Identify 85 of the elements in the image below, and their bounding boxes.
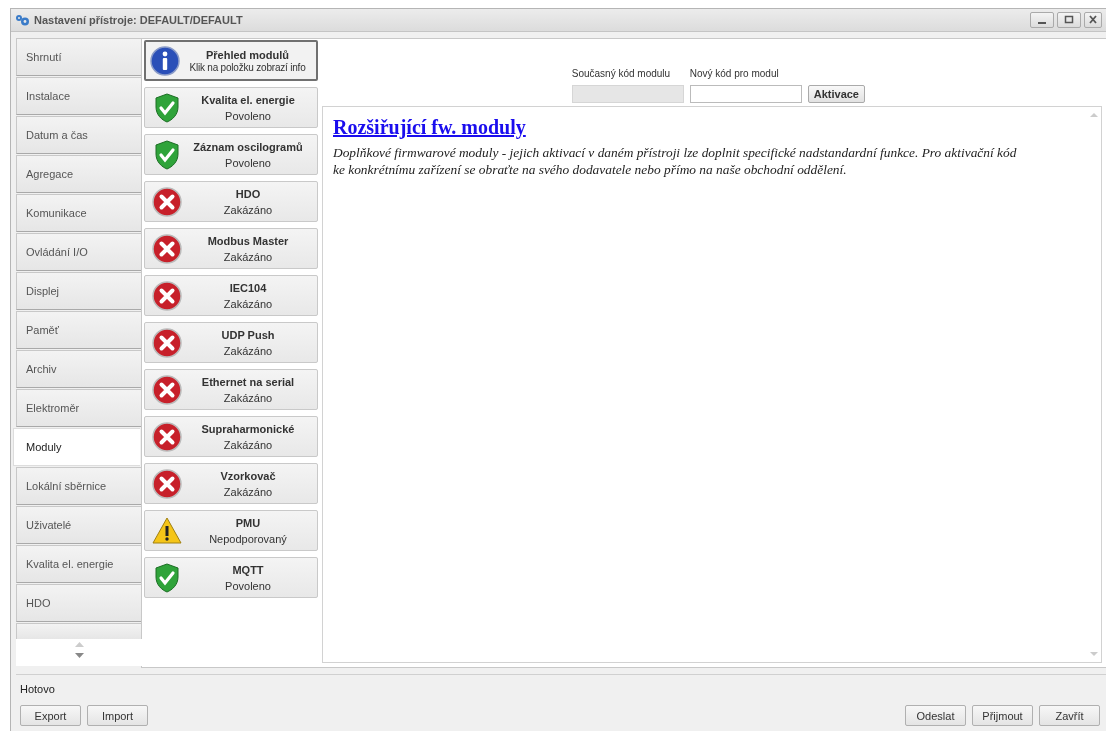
module-name: Kvalita el. energie xyxy=(201,93,295,106)
heading-link[interactable]: Rozšiřující fw. moduly xyxy=(333,116,526,139)
sidebar-tab[interactable]: Agregace xyxy=(16,155,141,193)
module-status: Nepodporovaný xyxy=(209,532,287,545)
module-name: PMU xyxy=(235,516,261,529)
shield-check-icon xyxy=(154,139,180,170)
module-status: Zakázáno xyxy=(223,438,273,451)
sidebar-tab[interactable] xyxy=(16,623,141,639)
sidebar-tab[interactable]: Displej xyxy=(16,272,141,310)
module-status: Zakázáno xyxy=(223,297,273,310)
sidebar-tab[interactable]: Instalace xyxy=(16,77,141,115)
scroll-up-icon[interactable] xyxy=(74,642,84,647)
error-icon xyxy=(152,280,182,311)
module-status: Povoleno xyxy=(225,109,271,122)
footer-button[interactable]: Import xyxy=(87,705,148,726)
code-input-field[interactable] xyxy=(689,85,802,103)
error-icon xyxy=(152,421,182,452)
sidebar-tab[interactable]: HDO xyxy=(16,584,141,622)
shield-check-icon xyxy=(154,562,180,593)
sidebar-tab[interactable]: Datum a čas xyxy=(16,116,141,154)
module-button[interactable]: PMU Nepodporovaný xyxy=(144,510,318,551)
module-name: Záznam oscilogramů xyxy=(193,140,303,153)
module-status: Povoleno xyxy=(225,579,271,592)
module-status: Klik na položku zobrazí info xyxy=(189,61,306,73)
info-icon xyxy=(150,45,180,76)
error-icon xyxy=(152,327,182,358)
sidebar-tab[interactable]: Shrnutí xyxy=(16,38,141,76)
module-button[interactable]: Záznam oscilogramů Povoleno xyxy=(144,134,318,175)
error-icon xyxy=(152,233,182,264)
footer-button[interactable]: Přijmout xyxy=(972,705,1033,726)
sidebar-tab[interactable]: Archiv xyxy=(16,350,141,388)
error-icon xyxy=(152,186,182,217)
module-name: Supraharmonické xyxy=(201,422,295,435)
activate-button[interactable]: Aktivace xyxy=(807,85,865,103)
module-button[interactable]: Kvalita el. energie Povoleno xyxy=(144,87,318,128)
sidebar-tab[interactable]: Elektroměr xyxy=(16,389,141,427)
close-icon[interactable] xyxy=(1084,12,1102,28)
minimize-icon[interactable] xyxy=(1030,12,1054,28)
sidebar-tab[interactable]: Moduly xyxy=(13,428,140,466)
module-status: Zakázáno xyxy=(223,485,273,498)
field-label: Nový kód pro modul xyxy=(689,68,780,79)
footer-button[interactable]: Zavřít xyxy=(1039,705,1100,726)
maximize-icon[interactable] xyxy=(1057,12,1081,28)
window-title: Nastavení přístroje: DEFAULT/DEFAULT xyxy=(34,14,244,26)
sidebar-tab[interactable]: Paměť xyxy=(16,311,141,349)
module-name: Modbus Master xyxy=(207,234,289,247)
description-text: Doplňkové firmwarové moduly - jejich aktivací v daném přístroji lze doplnit specifické nadstandardní funkce. Pro aktivační kód ke konkrétnímu zařízení se obraťte na svého dodavatele nebo přímo na naše obchodní oddělení. xyxy=(333,144,1018,178)
module-status: Zakázáno xyxy=(223,344,273,357)
module-name: HDO xyxy=(235,187,261,200)
error-icon xyxy=(152,468,182,499)
module-status: Zakázáno xyxy=(223,203,273,216)
module-button[interactable]: MQTT Povoleno xyxy=(144,557,318,598)
sidebar-tab[interactable]: Kvalita el. energie xyxy=(16,545,141,583)
scroll-down-icon[interactable] xyxy=(1090,652,1098,656)
scroll-down-icon[interactable] xyxy=(74,653,84,658)
module-status: Zakázáno xyxy=(223,391,273,404)
module-name: Ethernet na serial xyxy=(201,375,295,388)
module-name: Vzorkovač xyxy=(220,469,276,482)
module-button[interactable]: Supraharmonické Zakázáno xyxy=(144,416,318,457)
module-button[interactable]: Modbus Master Zakázáno xyxy=(144,228,318,269)
module-button[interactable]: UDP Push Zakázáno xyxy=(144,322,318,363)
shield-check-icon xyxy=(154,92,180,123)
module-status: Povoleno xyxy=(225,156,271,169)
scroll-up-icon[interactable] xyxy=(1090,113,1098,117)
warning-icon xyxy=(152,517,182,544)
status-text: Hotovo xyxy=(20,683,56,697)
module-name: IEC104 xyxy=(229,281,267,294)
module-button[interactable]: Vzorkovač Zakázáno xyxy=(144,463,318,504)
sidebar-tab[interactable]: Ovládání I/O xyxy=(16,233,141,271)
module-button[interactable]: IEC104 Zakázáno xyxy=(144,275,318,316)
sidebar-tab[interactable]: Lokální sběrnice xyxy=(16,467,141,505)
module-name: MQTT xyxy=(232,563,264,576)
module-name: UDP Push xyxy=(221,328,275,341)
sidebar-tab[interactable]: Komunikace xyxy=(16,194,141,232)
error-icon xyxy=(152,374,182,405)
module-button[interactable]: Ethernet na serial Zakázáno xyxy=(144,369,318,410)
footer-button[interactable]: Export xyxy=(20,705,81,726)
sidebar-tab[interactable]: Uživatelé xyxy=(16,506,141,544)
module-button[interactable]: HDO Zakázáno xyxy=(144,181,318,222)
field-label: Současný kód modulu xyxy=(571,68,672,79)
module-status: Zakázáno xyxy=(223,250,273,263)
footer-button[interactable]: Odeslat xyxy=(905,705,966,726)
module-button[interactable]: Přehled modulů Klik na položku zobrazí info xyxy=(144,40,318,81)
module-name: Přehled modulů xyxy=(205,48,290,61)
gears-icon xyxy=(15,14,30,26)
